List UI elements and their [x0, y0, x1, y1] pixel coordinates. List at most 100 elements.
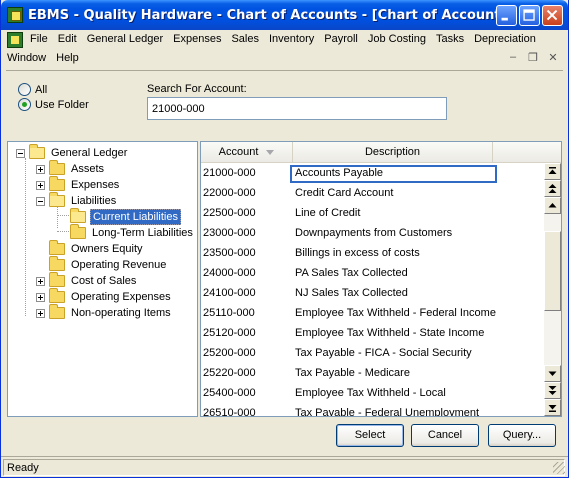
- tree-item-liabilities[interactable]: Liabilities: [36, 192, 118, 209]
- table-row[interactable]: 22500-000 Line of Credit: [201, 204, 543, 224]
- minimize-icon: [501, 17, 508, 21]
- tree-item-operating-revenue[interactable]: Operating Revenue: [49, 256, 168, 273]
- menu-general-ledger[interactable]: General Ledger: [82, 30, 168, 49]
- scroll-page-up-button[interactable]: [544, 180, 561, 197]
- scroll-page-down-button[interactable]: [544, 382, 561, 399]
- account-cell[interactable]: 24000-000: [203, 267, 256, 279]
- tree-item-current-liabilities[interactable]: Current Liabilities: [70, 208, 181, 225]
- menu-edit[interactable]: Edit: [53, 30, 82, 49]
- vertical-scrollbar[interactable]: [544, 163, 561, 416]
- description-cell[interactable]: Downpayments from Customers: [295, 227, 452, 239]
- menu-help[interactable]: Help: [51, 49, 84, 68]
- description-cell[interactable]: Tax Payable - FICA - Social Security: [295, 347, 472, 359]
- menu-sales[interactable]: Sales: [226, 30, 264, 49]
- menu-file[interactable]: File: [25, 30, 53, 49]
- query-button[interactable]: Query...: [488, 424, 556, 447]
- mdi-close-icon[interactable]: ✕: [546, 51, 560, 64]
- tree-item-cost-of-sales[interactable]: Cost of Sales: [36, 272, 138, 289]
- description-cell[interactable]: Billings in excess of costs: [295, 247, 420, 259]
- description-cell[interactable]: Tax Payable - Federal Unemployment: [295, 407, 479, 416]
- scroll-bottom-button[interactable]: [544, 399, 561, 416]
- description-cell[interactable]: Employee Tax Withheld - Local: [295, 387, 446, 399]
- table-row[interactable]: 21000-000 Accounts Payable: [201, 164, 543, 184]
- table-row[interactable]: 25120-000 Employee Tax Withheld - State I…: [201, 324, 543, 344]
- account-cell[interactable]: 21000-000: [203, 167, 256, 179]
- menu-payroll[interactable]: Payroll: [319, 30, 363, 49]
- account-cell[interactable]: 22500-000: [203, 207, 256, 219]
- account-cell[interactable]: 22000-000: [203, 187, 256, 199]
- tree-item-long-term-liabilities[interactable]: Long-Term Liabilities: [70, 224, 195, 241]
- accounts-grid[interactable]: Account Description 21000-000 Accounts Pa…: [200, 141, 562, 417]
- tree-item-operating-expenses[interactable]: Operating Expenses: [36, 288, 173, 305]
- account-cell[interactable]: 25400-000: [203, 387, 256, 399]
- table-row[interactable]: 22000-000 Credit Card Account: [201, 184, 543, 204]
- table-row[interactable]: 26510-000 Tax Payable - Federal Unemploym…: [201, 404, 543, 416]
- scroll-up-button[interactable]: [544, 197, 561, 214]
- account-cell[interactable]: 25200-000: [203, 347, 256, 359]
- description-cell[interactable]: Employee Tax Withheld - State Income: [295, 327, 484, 339]
- tree-item-expenses[interactable]: Expenses: [36, 176, 121, 193]
- table-row[interactable]: 24100-000 NJ Sales Tax Collected: [201, 284, 543, 304]
- column-header-description[interactable]: Description: [293, 142, 493, 163]
- tree-item-owners-equity[interactable]: Owners Equity: [49, 240, 145, 257]
- menu-depreciation[interactable]: Depreciation: [469, 30, 541, 49]
- close-button[interactable]: [542, 5, 563, 26]
- column-header-account[interactable]: Account: [201, 142, 293, 163]
- document-icon[interactable]: [7, 31, 23, 48]
- table-row[interactable]: 23500-000 Billings in excess of costs: [201, 244, 543, 264]
- account-cell[interactable]: 26510-000: [203, 407, 256, 416]
- minimize-button[interactable]: [496, 5, 517, 26]
- expand-icon[interactable]: [36, 180, 45, 190]
- menu-tasks[interactable]: Tasks: [431, 30, 469, 49]
- table-row[interactable]: 24000-000 PA Sales Tax Collected: [201, 264, 543, 284]
- scroll-down-button[interactable]: [544, 365, 561, 382]
- menu-inventory[interactable]: Inventory: [264, 30, 319, 49]
- cancel-button[interactable]: Cancel: [411, 424, 479, 447]
- description-cell[interactable]: Accounts Payable: [295, 167, 383, 179]
- account-cell[interactable]: 25110-000: [203, 307, 255, 319]
- scroll-top-button[interactable]: [544, 163, 561, 180]
- expand-icon[interactable]: [36, 164, 45, 174]
- description-cell[interactable]: Employee Tax Withheld - Federal Income: [295, 307, 496, 319]
- table-row[interactable]: 25110-000 Employee Tax Withheld - Federal…: [201, 304, 543, 324]
- description-cell[interactable]: PA Sales Tax Collected: [295, 267, 408, 279]
- radio-use-folder[interactable]: Use Folder: [18, 98, 89, 111]
- title-bar[interactable]: EBMS - Quality Hardware - Chart of Accou…: [1, 0, 568, 30]
- description-cell[interactable]: Credit Card Account: [295, 187, 393, 199]
- radio-use-folder-circle[interactable]: [18, 98, 31, 111]
- folder-tree[interactable]: General Ledger Assets Expenses Liabiliti…: [7, 141, 198, 417]
- mdi-minimize-icon[interactable]: –: [506, 51, 520, 64]
- account-cell[interactable]: 23500-000: [203, 247, 256, 259]
- menu-window[interactable]: Window: [7, 49, 51, 68]
- table-row[interactable]: 23000-000 Downpayments from Customers: [201, 224, 543, 244]
- search-input[interactable]: [147, 97, 447, 120]
- account-cell[interactable]: 25220-000: [203, 367, 256, 379]
- description-cell[interactable]: Line of Credit: [295, 207, 360, 219]
- account-cell[interactable]: 24100-000: [203, 287, 256, 299]
- mdi-restore-icon[interactable]: ❐: [526, 51, 540, 64]
- radio-all-circle[interactable]: [18, 83, 31, 96]
- select-button[interactable]: Select: [336, 424, 404, 447]
- table-row[interactable]: 25200-000 Tax Payable - FICA - Social Sec…: [201, 344, 543, 364]
- menu-expenses[interactable]: Expenses: [168, 30, 226, 49]
- tree-item-general-ledger[interactable]: General Ledger: [16, 144, 129, 161]
- resize-grip-icon[interactable]: [553, 462, 565, 474]
- collapse-icon[interactable]: [16, 148, 25, 158]
- expand-icon[interactable]: [36, 276, 45, 286]
- tree-item-non-operating-items[interactable]: Non-operating Items: [36, 304, 173, 321]
- tree-item-assets[interactable]: Assets: [36, 160, 106, 177]
- menu-job-costing[interactable]: Job Costing: [363, 30, 431, 49]
- radio-all[interactable]: All: [18, 83, 47, 96]
- scroll-thumb[interactable]: [544, 231, 561, 311]
- maximize-button[interactable]: [519, 5, 540, 26]
- description-cell[interactable]: Tax Payable - Medicare: [295, 367, 410, 379]
- description-cell[interactable]: NJ Sales Tax Collected: [295, 287, 408, 299]
- expand-icon[interactable]: [36, 308, 45, 318]
- table-row[interactable]: 25400-000 Employee Tax Withheld - Local: [201, 384, 543, 404]
- table-row[interactable]: 25220-000 Tax Payable - Medicare: [201, 364, 543, 384]
- app-icon[interactable]: [7, 7, 23, 23]
- collapse-icon[interactable]: [36, 196, 45, 206]
- account-cell[interactable]: 23000-000: [203, 227, 256, 239]
- expand-icon[interactable]: [36, 292, 45, 302]
- account-cell[interactable]: 25120-000: [203, 327, 256, 339]
